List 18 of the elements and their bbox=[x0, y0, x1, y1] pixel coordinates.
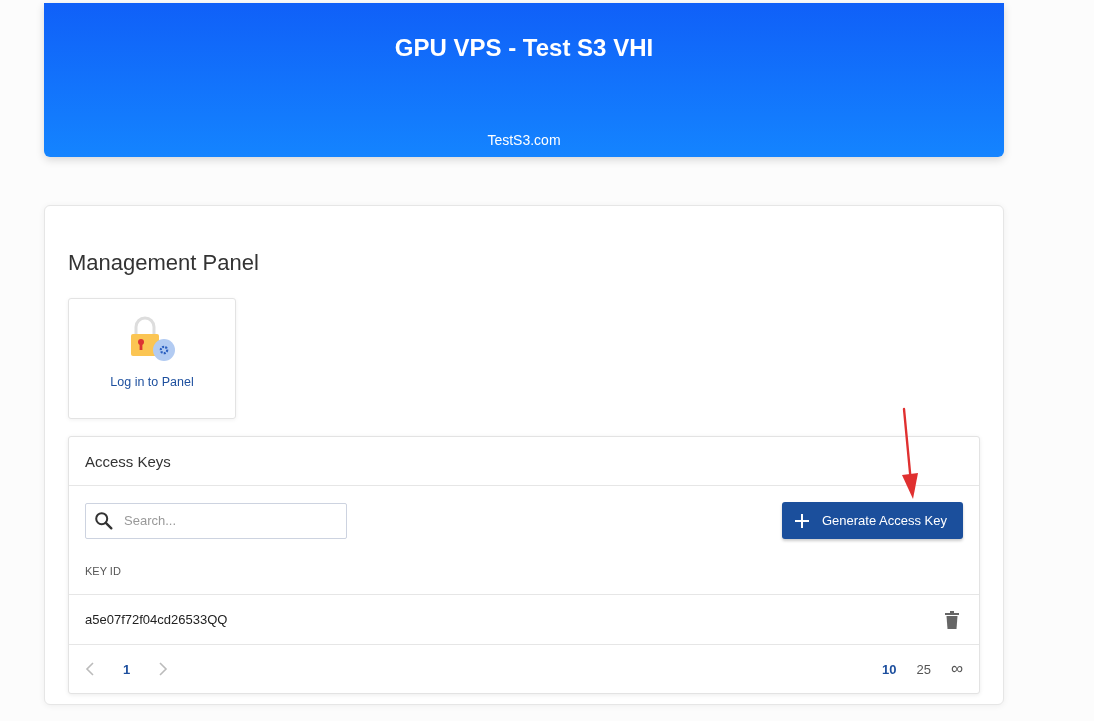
plus-icon bbox=[794, 512, 810, 529]
page-size-option[interactable]: ∞ bbox=[950, 659, 963, 679]
page-title: GPU VPS - Test S3 VHI bbox=[394, 34, 654, 62]
next-page-icon[interactable] bbox=[158, 662, 169, 676]
page-size-option[interactable]: 10 bbox=[881, 661, 897, 677]
column-header: KEY ID bbox=[85, 564, 121, 577]
generate-access-key-button[interactable]: Generate Access Key bbox=[782, 502, 963, 539]
page-size-option[interactable]: 25 bbox=[916, 661, 931, 677]
trash-icon[interactable] bbox=[945, 610, 959, 629]
page-number[interactable]: 1 bbox=[123, 661, 131, 677]
domain-text: TestS3.com bbox=[487, 132, 561, 148]
search-field[interactable]: Search... bbox=[85, 502, 347, 539]
previous-page-icon[interactable] bbox=[85, 662, 95, 676]
table-cell: a5e07f72f04cd26533QQ bbox=[85, 612, 228, 627]
panel-login-tile[interactable]: Log in to Panel bbox=[68, 298, 236, 419]
search-icon bbox=[93, 509, 115, 532]
panel-title: Access Keys bbox=[85, 452, 171, 470]
section-title: Management Panel bbox=[68, 250, 260, 276]
